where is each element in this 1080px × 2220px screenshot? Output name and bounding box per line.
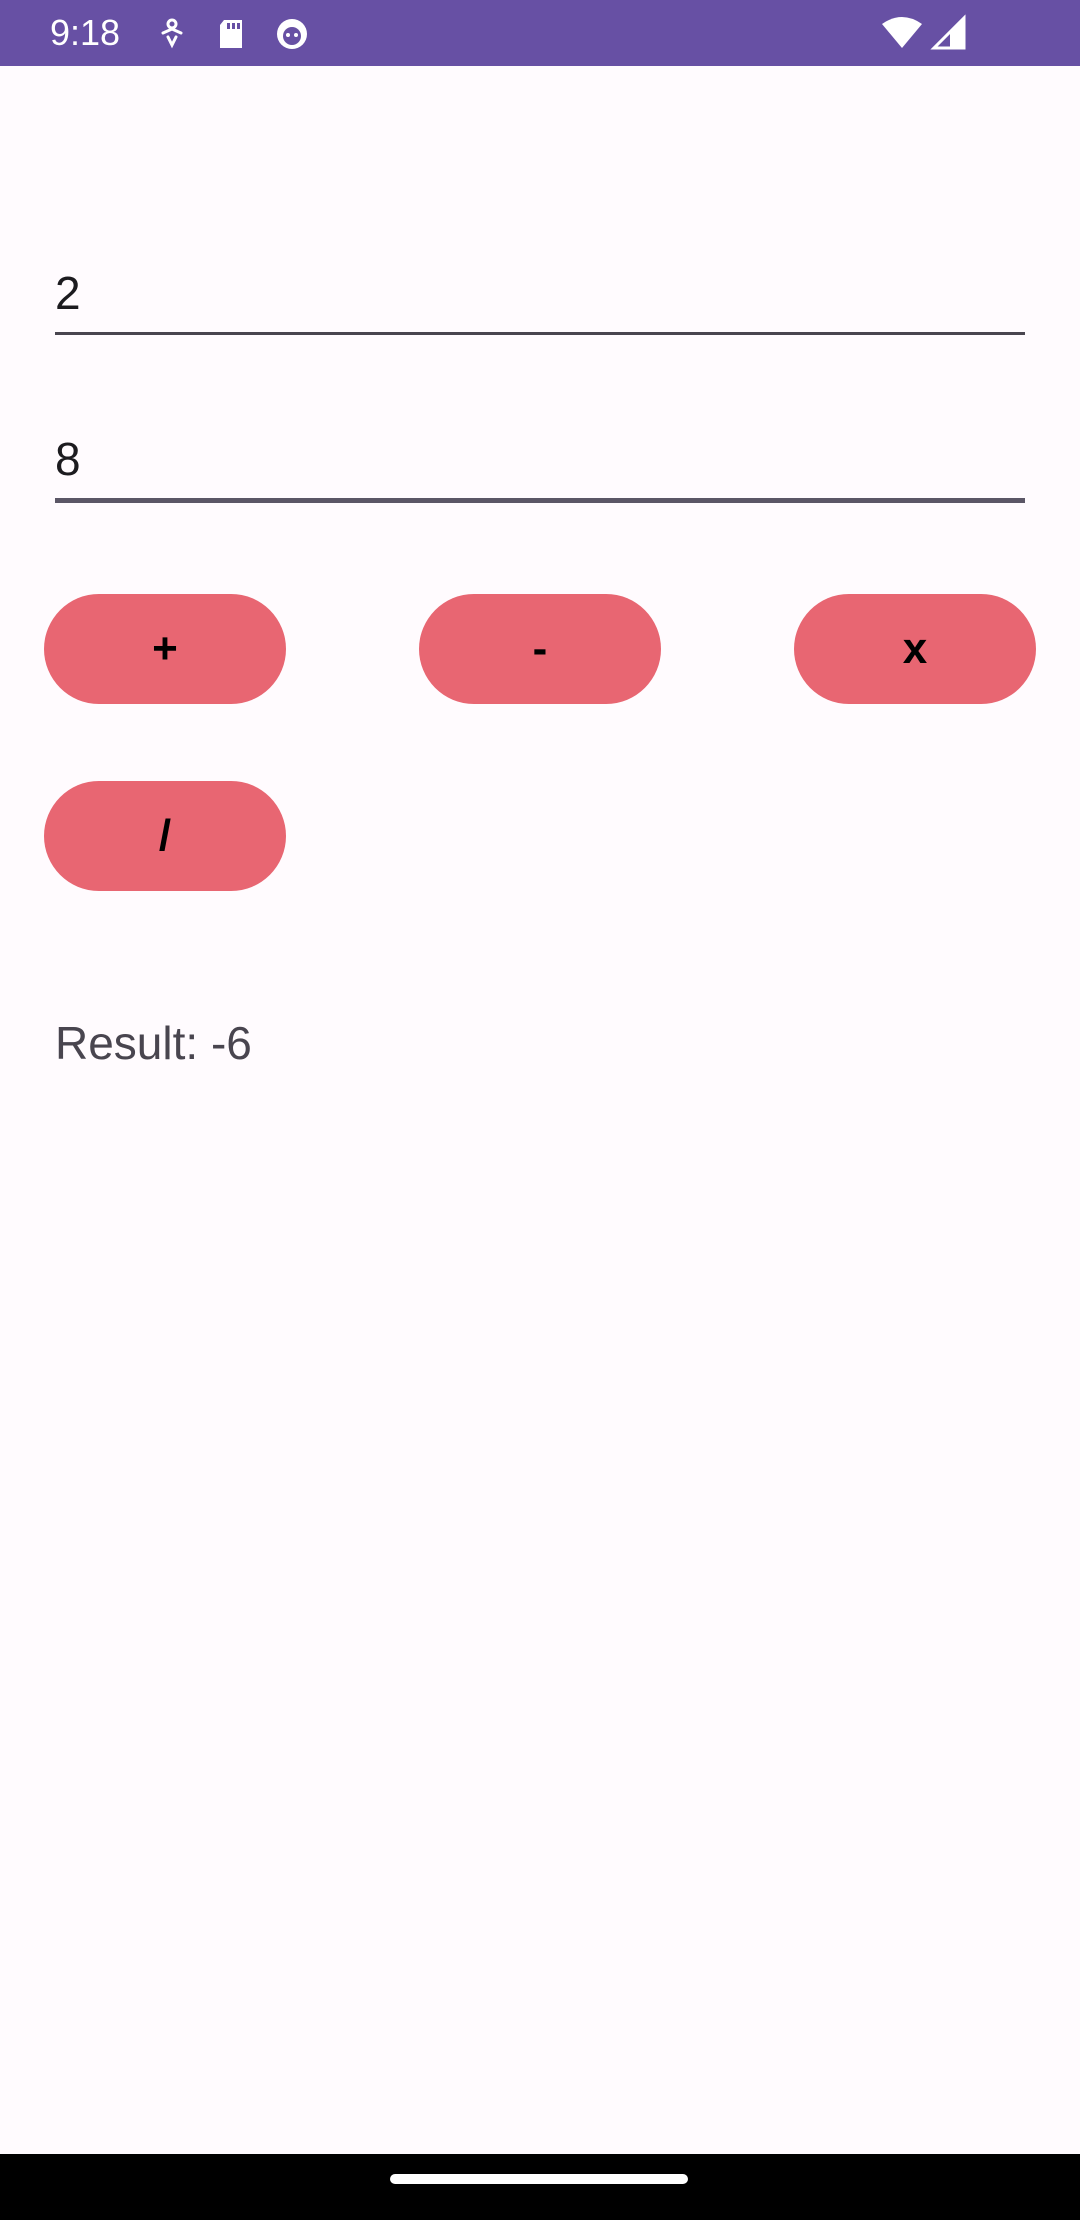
sd-card-icon: [212, 14, 252, 54]
second-number-field[interactable]: [55, 428, 1025, 503]
accessibility-icon: [152, 14, 192, 54]
status-bar: 9:18: [0, 0, 1080, 66]
debug-icon: [272, 14, 312, 54]
wifi-icon: [880, 14, 924, 54]
result-text: Result: -6: [55, 1017, 252, 1069]
first-number-underline: [55, 332, 1025, 335]
divide-button[interactable]: /: [44, 781, 286, 891]
second-number-input[interactable]: [55, 428, 1025, 498]
multiply-button[interactable]: x: [794, 594, 1036, 704]
navigation-bar: [0, 2154, 1080, 2220]
first-number-field[interactable]: [55, 262, 1025, 335]
signal-icon: [928, 14, 968, 54]
first-number-input[interactable]: [55, 262, 1025, 332]
second-number-underline: [55, 498, 1025, 503]
add-button[interactable]: +: [44, 594, 286, 704]
subtract-button[interactable]: -: [419, 594, 661, 704]
home-handle[interactable]: [390, 2174, 688, 2184]
status-time: 9:18: [50, 12, 121, 53]
calculator-screen: 9:18 2 8 + - x / Result: -6: [0, 0, 1080, 2220]
